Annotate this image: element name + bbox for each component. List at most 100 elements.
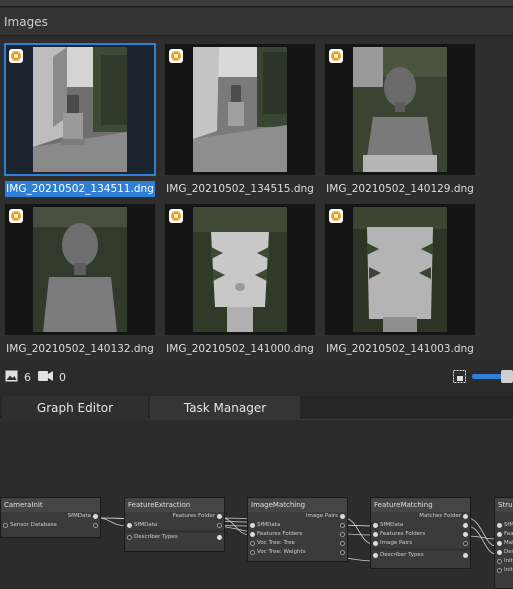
input-label: Sensor Database xyxy=(10,522,57,528)
input-label: Image Pairs xyxy=(380,540,413,546)
output-port[interactable] xyxy=(340,550,345,555)
input-row: Voc Tree: Weights xyxy=(248,548,347,557)
output-port[interactable] xyxy=(463,523,468,528)
input-label: Features Folders xyxy=(257,531,303,537)
input-label: Describer Types xyxy=(134,534,178,540)
input-row: Describer Types xyxy=(371,551,470,560)
output-port[interactable] xyxy=(217,523,222,528)
thumbnail-photo xyxy=(193,47,287,172)
input-port[interactable] xyxy=(497,568,502,573)
input-row: Features Folders xyxy=(248,530,347,539)
node-feature-matching[interactable]: FeatureMatching Matches Folder SfMData F… xyxy=(370,497,471,569)
output-port[interactable] xyxy=(340,514,345,519)
input-label: Voc Tree: Weights xyxy=(257,549,306,555)
input-port[interactable] xyxy=(373,553,378,558)
image-gallery[interactable]: IMG_20210502_134511.dng IMG_20210502_134… xyxy=(0,37,513,360)
input-port[interactable] xyxy=(497,532,502,537)
input-row: Initi xyxy=(495,566,513,575)
node-title: CameraInit xyxy=(1,498,100,512)
thumbnail-photo xyxy=(193,207,287,332)
raw-badge-icon xyxy=(9,209,23,223)
tab-graph-editor[interactable]: Graph Editor xyxy=(2,396,148,420)
input-label: Initi xyxy=(504,567,513,573)
input-row: Sensor Database xyxy=(1,521,100,530)
input-port[interactable] xyxy=(127,523,132,528)
input-port[interactable] xyxy=(250,523,255,528)
top-panel-edge xyxy=(0,0,513,7)
image-thumbnail[interactable]: IMG_20210502_134511.dng xyxy=(4,43,156,197)
output-label: Matches Folder xyxy=(419,513,461,519)
input-row: Image Pairs xyxy=(371,539,470,548)
images-status-bar: 6 0 xyxy=(0,365,513,389)
output-port[interactable] xyxy=(463,514,468,519)
thumbnail-photo xyxy=(353,207,447,332)
output-port[interactable] xyxy=(463,532,468,537)
images-panel-header: Images xyxy=(0,8,513,36)
graph-editor-canvas[interactable]: CameraInit SfMData Sensor Database Featu… xyxy=(0,420,513,589)
output-port[interactable] xyxy=(340,532,345,537)
input-port[interactable] xyxy=(497,550,502,555)
image-thumbnail[interactable]: IMG_20210502_140132.dng xyxy=(5,204,155,356)
output-label: SfMData xyxy=(67,513,91,519)
node-feature-extraction[interactable]: FeatureExtraction Features Folder SfMDat… xyxy=(124,497,225,552)
thumbnail-filename: IMG_20210502_134511.dng xyxy=(5,181,155,197)
input-port[interactable] xyxy=(497,541,502,546)
input-label: Initi xyxy=(504,558,513,564)
output-port[interactable] xyxy=(217,514,222,519)
node-image-matching[interactable]: ImageMatching Image Pairs SfMData Featur… xyxy=(247,497,348,562)
node-title: ImageMatching xyxy=(248,498,347,512)
output-row xyxy=(495,512,513,521)
input-port[interactable] xyxy=(250,532,255,537)
input-row: Voc Tree: Tree xyxy=(248,539,347,548)
tab-task-manager[interactable]: Task Manager xyxy=(150,396,300,420)
input-label: SfMData xyxy=(257,522,281,528)
node-camera-init[interactable]: CameraInit SfMData Sensor Database xyxy=(0,497,101,538)
node-structure-from-motion[interactable]: Struc SfMI Feat Mat Des Initi xyxy=(494,497,513,589)
output-port[interactable] xyxy=(463,553,468,558)
output-port[interactable] xyxy=(340,541,345,546)
input-port[interactable] xyxy=(497,559,502,564)
input-port[interactable] xyxy=(497,523,502,528)
output-port[interactable] xyxy=(93,514,98,519)
raw-badge-icon xyxy=(9,49,23,63)
image-thumbnail[interactable]: IMG_20210502_141003.dng xyxy=(325,204,475,356)
output-port[interactable] xyxy=(340,523,345,528)
thumbnail-filename: IMG_20210502_140129.dng xyxy=(326,183,474,195)
node-title: FeatureMatching xyxy=(371,498,470,512)
input-row: Feat xyxy=(495,530,513,539)
input-row: SfMI xyxy=(495,521,513,530)
output-label: Features Folder xyxy=(172,513,215,519)
input-port[interactable] xyxy=(373,523,378,528)
images-panel-title: Images xyxy=(4,15,48,29)
image-thumbnail[interactable]: IMG_20210502_134515.dng xyxy=(165,44,315,196)
slider-handle[interactable] xyxy=(501,370,513,383)
thumbnail-filename: IMG_20210502_140132.dng xyxy=(6,343,154,355)
input-row: Features Folders xyxy=(371,530,470,539)
image-thumbnail[interactable]: IMG_20210502_140129.dng xyxy=(325,44,475,196)
input-label: Voc Tree: Tree xyxy=(257,540,295,546)
thumbnail-size-icon[interactable] xyxy=(453,370,466,383)
output-port[interactable] xyxy=(93,523,98,528)
node-title: FeatureExtraction xyxy=(125,498,224,512)
output-row: Features Folder xyxy=(125,512,224,521)
input-label: Des xyxy=(504,549,513,555)
image-thumbnail[interactable]: IMG_20210502_141000.dng xyxy=(165,204,315,356)
input-row: Initi xyxy=(495,557,513,566)
input-port[interactable] xyxy=(373,541,378,546)
input-port[interactable] xyxy=(127,535,132,540)
thumbnail-filename: IMG_20210502_141003.dng xyxy=(326,343,474,355)
output-port[interactable] xyxy=(463,541,468,546)
input-row: Describer Types xyxy=(125,533,224,542)
video-camera-icon xyxy=(38,371,53,381)
input-port[interactable] xyxy=(250,541,255,546)
thumbnail-photo xyxy=(33,47,127,172)
input-port[interactable] xyxy=(373,532,378,537)
output-label: Image Pairs xyxy=(305,513,338,519)
output-port[interactable] xyxy=(217,535,222,540)
output-row: Matches Folder xyxy=(371,512,470,521)
input-label: Features Folders xyxy=(380,531,426,537)
input-port[interactable] xyxy=(250,550,255,555)
thumbnail-photo xyxy=(33,207,127,332)
output-row: Image Pairs xyxy=(248,512,347,521)
input-port[interactable] xyxy=(3,523,8,528)
